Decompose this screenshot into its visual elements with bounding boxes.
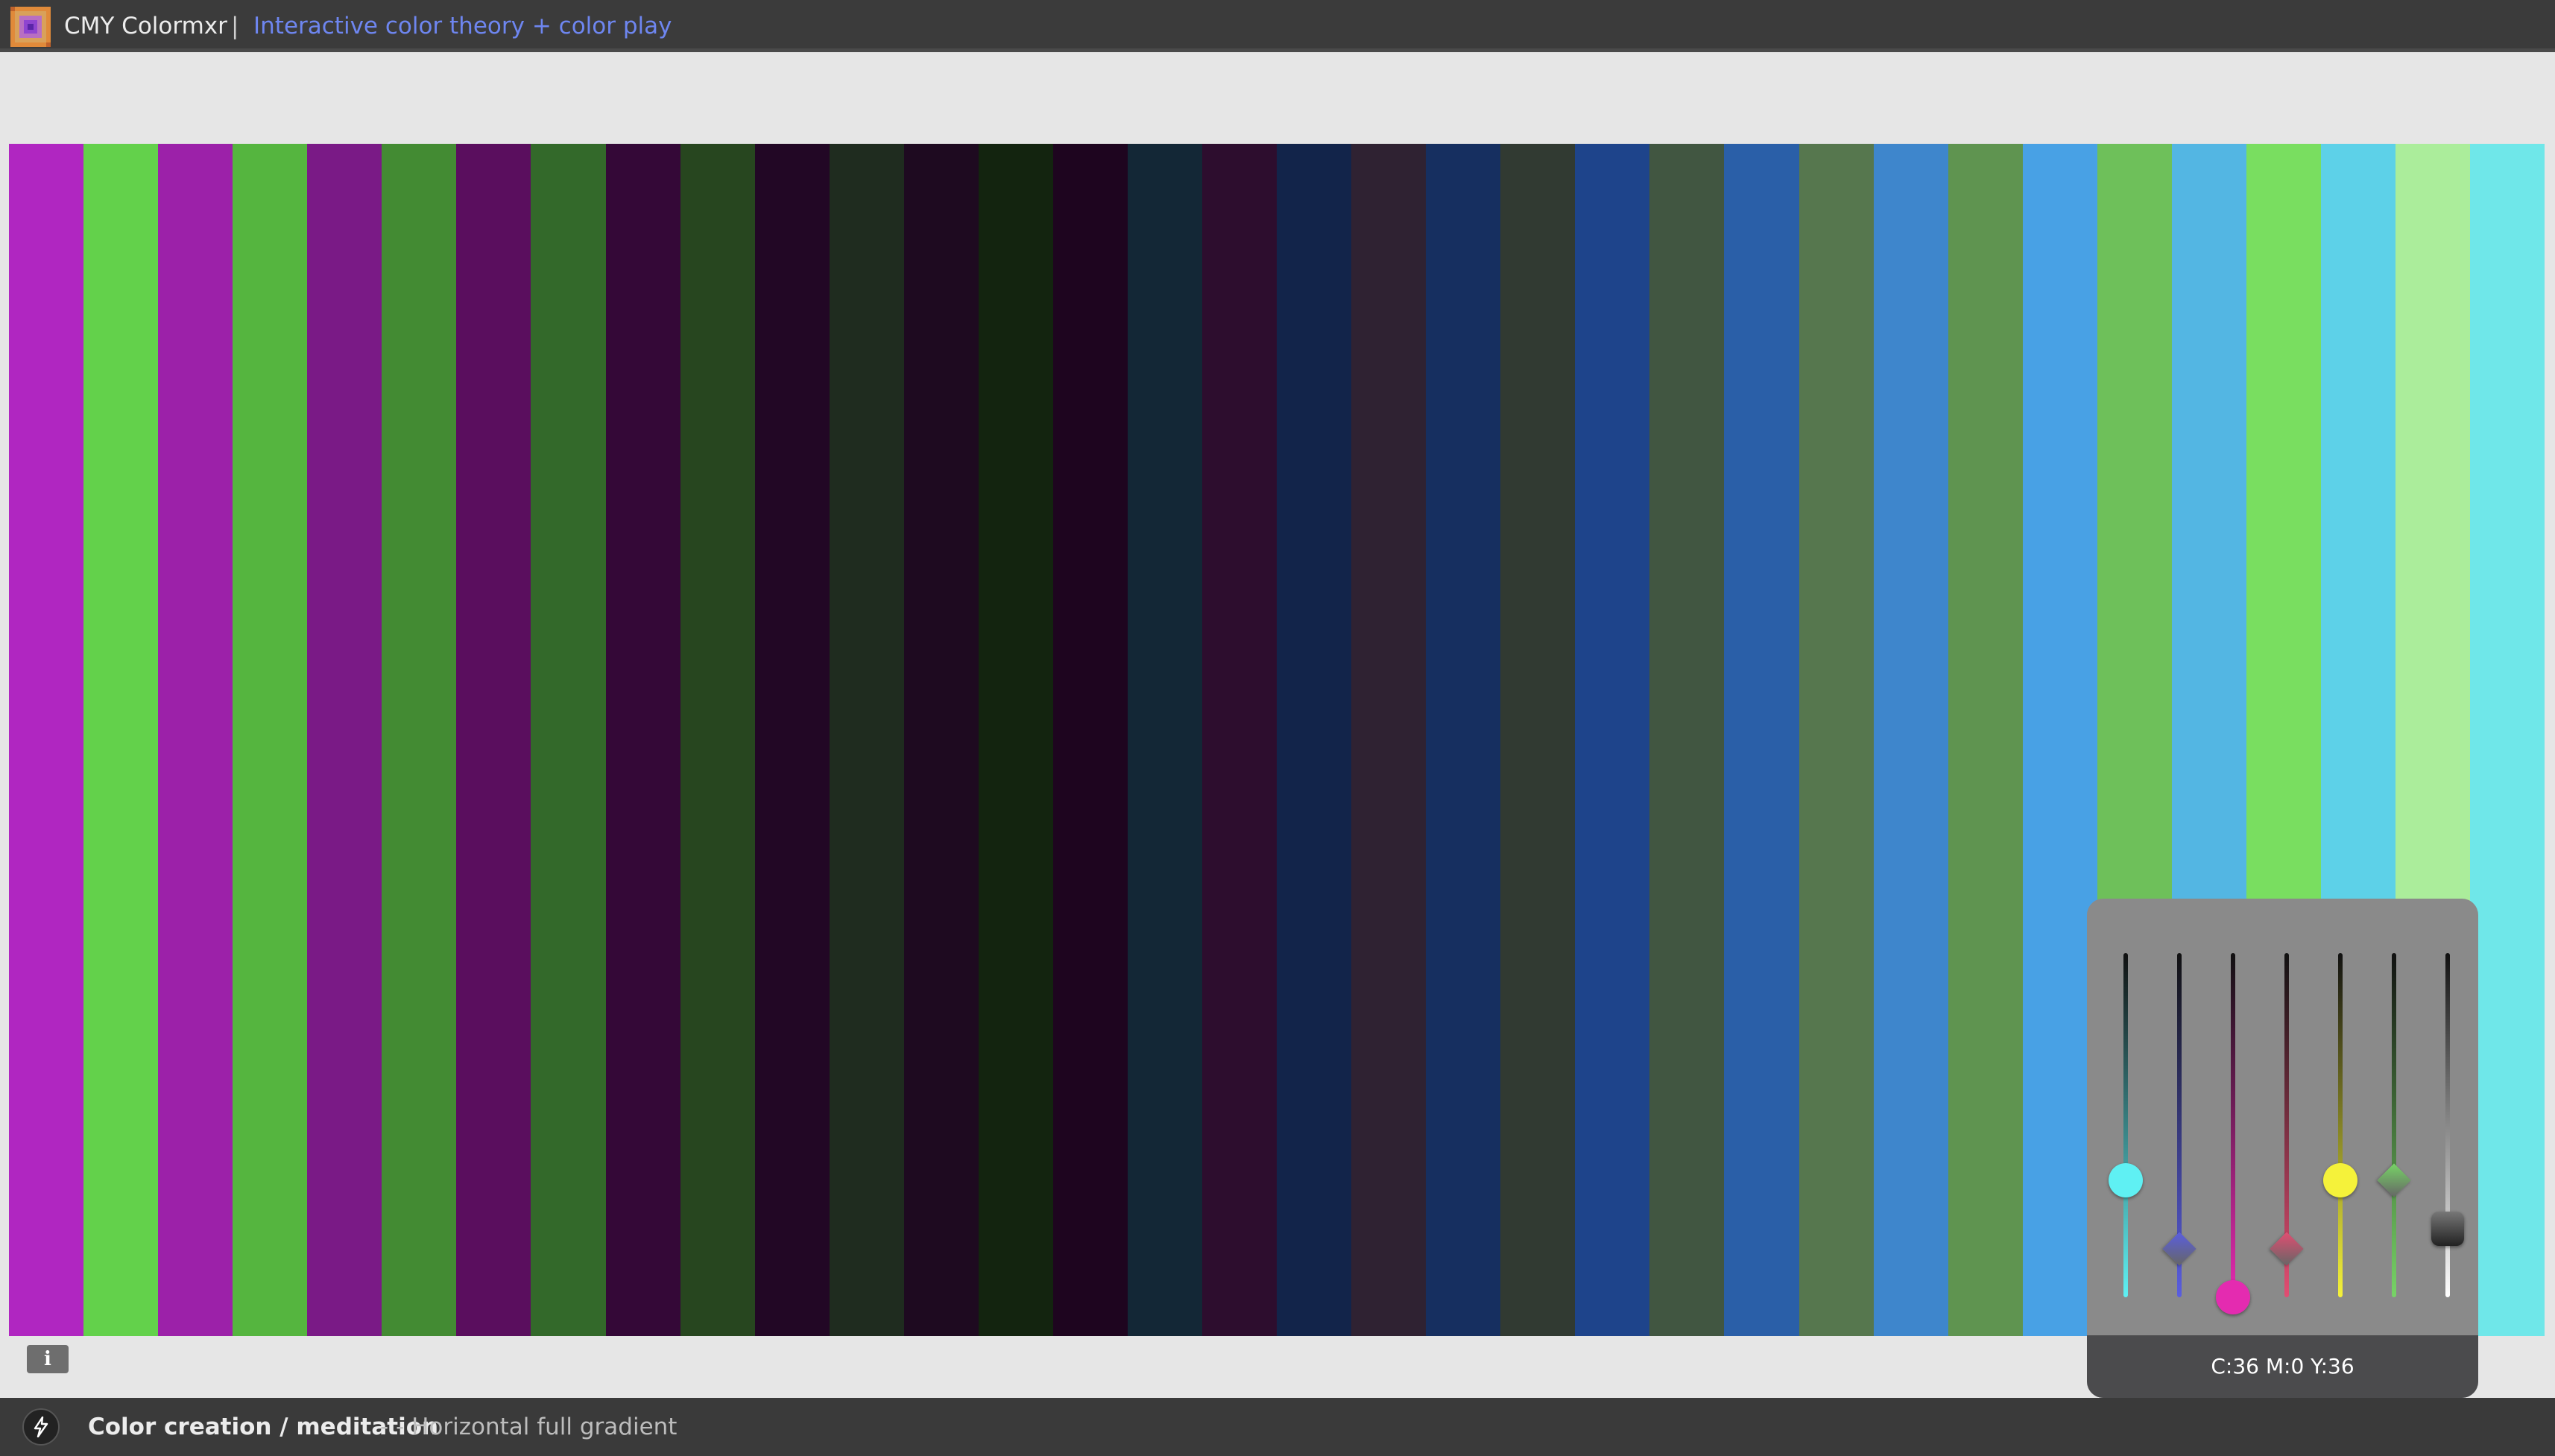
color-stripe — [456, 144, 531, 1336]
color-stripe — [382, 144, 457, 1336]
bolt-button[interactable] — [22, 1408, 60, 1446]
slider-track-black[interactable] — [2445, 953, 2450, 1297]
color-stripe — [233, 144, 308, 1336]
color-stripe — [1500, 144, 1576, 1336]
slider-thumb-cyan[interactable] — [2109, 1162, 2143, 1197]
color-stripe — [1426, 144, 1501, 1336]
slider-thumb-black[interactable] — [2431, 1211, 2464, 1246]
footer-mode: - - Horizontal full gradient — [380, 1414, 678, 1440]
color-stripe — [605, 144, 680, 1336]
color-stripe — [2470, 144, 2545, 1336]
app-tagline-link[interactable]: Interactive color theory + color play — [253, 10, 672, 42]
color-stripe — [829, 144, 904, 1336]
top-bar: CMY Colormxr | Interactive color theory … — [0, 0, 2555, 52]
color-stripe — [9, 144, 84, 1336]
slider-track-cyan[interactable] — [2123, 953, 2128, 1297]
color-stripe — [1575, 144, 1650, 1336]
slider-thumb-magenta[interactable] — [2216, 1280, 2250, 1314]
cmy-readout: C:36 M:0 Y:36 — [2087, 1335, 2478, 1398]
color-stripe — [1724, 144, 1799, 1336]
slider-thumb-blue[interactable] — [2162, 1232, 2196, 1266]
color-stripe — [754, 144, 830, 1336]
app-logo-icon — [10, 7, 51, 47]
color-stripe — [903, 144, 979, 1336]
color-stripe — [1649, 144, 1725, 1336]
app-root: CMY Colormxr | Interactive color theory … — [0, 0, 2555, 1456]
color-stripe — [1873, 144, 1948, 1336]
color-stripe — [83, 144, 159, 1336]
app-name: CMY Colormxr — [64, 13, 227, 39]
color-stripe — [680, 144, 755, 1336]
color-stripe — [1351, 144, 1427, 1336]
slider-thumb-red[interactable] — [2270, 1232, 2304, 1266]
color-stripe — [531, 144, 606, 1336]
slider-track-yellow[interactable] — [2338, 953, 2343, 1297]
bottom-bar: Color creation / meditation - - Horizont… — [0, 1398, 2555, 1456]
color-stripe — [1127, 144, 1202, 1336]
color-stripe — [307, 144, 382, 1336]
color-stripe — [1202, 144, 1278, 1336]
color-stripe — [1052, 144, 1128, 1336]
color-stripe — [2022, 144, 2097, 1336]
slider-track-green[interactable] — [2392, 953, 2396, 1297]
slider-track-magenta[interactable] — [2231, 953, 2235, 1297]
bolt-icon — [34, 1417, 48, 1437]
color-stripe — [158, 144, 233, 1336]
info-button[interactable]: i — [27, 1345, 69, 1373]
color-stripe — [1948, 144, 2023, 1336]
title-separator: | — [231, 13, 239, 39]
color-stripe — [1798, 144, 1874, 1336]
color-stripe — [1277, 144, 1352, 1336]
slider-thumb-yellow[interactable] — [2323, 1162, 2357, 1197]
color-stripe — [978, 144, 1053, 1336]
color-mixer-panel: C:36 M:0 Y:36 — [2087, 899, 2478, 1398]
slider-thumb-green[interactable] — [2377, 1163, 2411, 1197]
